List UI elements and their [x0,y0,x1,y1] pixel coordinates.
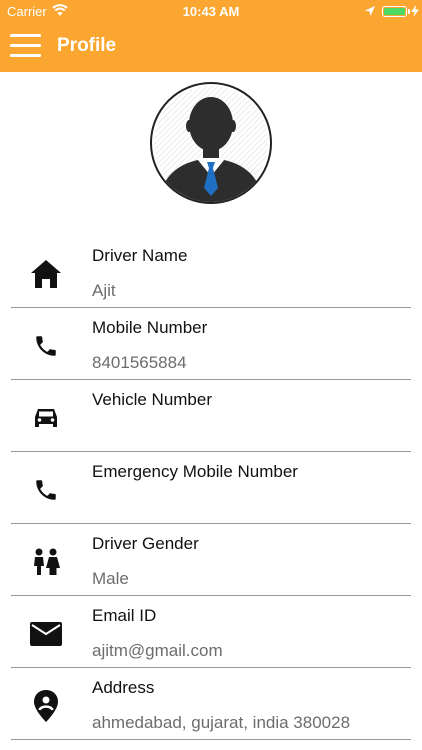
field-label: Email ID [92,606,157,625]
nav-bar: Profile [0,22,422,72]
list-item-address[interactable]: Address ahmedabad, gujarat, india 380028 [0,668,422,740]
avatar[interactable] [150,82,272,204]
field-label: Address [92,678,155,697]
location-arrow-icon [365,6,375,16]
phone-icon [28,472,64,508]
field-label: Emergency Mobile Number [92,462,298,481]
person-avatar-icon [154,86,268,202]
battery-tip [408,9,410,14]
status-bar: Carrier 10:43 AM [0,0,422,22]
list-item-driver-name[interactable]: Driver Name Ajit [0,236,422,308]
charging-bolt-icon [411,5,419,17]
field-label: Driver Gender [92,534,199,553]
field-value: ahmedabad, gujarat, india 380028 [92,713,351,732]
field-value: 8401565884 [92,353,187,372]
field-label: Mobile Number [92,318,208,337]
home-icon [28,256,64,292]
list-item-mobile-number[interactable]: Mobile Number 8401565884 [0,308,422,380]
phone-icon [28,328,64,364]
field-value: Ajit [92,281,116,300]
list-item-email-id[interactable]: Email ID ajitm@gmail.com [0,596,422,668]
page-title: Profile [57,35,117,56]
gender-icon [28,544,64,580]
profile-fields-list: Driver Name Ajit Mobile Number 840156588… [0,236,422,740]
field-label: Driver Name [92,246,188,265]
divider [11,739,411,740]
email-icon [28,616,64,652]
list-item-emergency-mobile-number[interactable]: Emergency Mobile Number [0,452,422,524]
field-value: Male [92,569,129,588]
hamburger-icon[interactable] [10,34,41,58]
field-value: ajitm@gmail.com [92,641,223,660]
location-pin-icon [28,688,64,724]
list-item-vehicle-number[interactable]: Vehicle Number [0,380,422,452]
status-time: 10:43 AM [182,4,240,19]
car-icon [28,400,64,436]
list-item-driver-gender[interactable]: Driver Gender Male [0,524,422,596]
battery-icon [382,6,407,17]
field-label: Vehicle Number [92,390,213,409]
